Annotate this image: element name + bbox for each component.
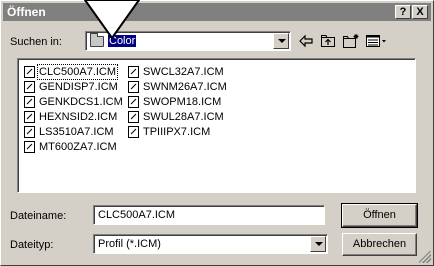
- file-icon: [24, 66, 35, 78]
- close-button[interactable]: X: [412, 5, 428, 19]
- file-icon: [24, 111, 35, 123]
- file-name: SWOPM18.ICM: [143, 96, 222, 108]
- file-icon: [128, 81, 139, 93]
- file-name: CLC500A7.ICM: [36, 64, 119, 80]
- file-list[interactable]: CLC500A7.ICM GENDISP7.ICM GENKDCS1.ICM H…: [17, 58, 416, 193]
- file-name: SWUL28A7.ICM: [143, 111, 224, 123]
- new-folder-button[interactable]: [340, 31, 362, 51]
- view-menu-icon: [366, 35, 386, 47]
- filename-field[interactable]: CLC500A7.ICM: [93, 205, 325, 225]
- new-folder-icon: [343, 34, 359, 48]
- cancel-button[interactable]: Abbrechen: [342, 233, 417, 256]
- filetype-label: Dateityp:: [10, 239, 54, 251]
- file-name: GENDISP7.ICM: [39, 81, 118, 93]
- file-name: SWNM26A7.ICM: [143, 81, 227, 93]
- help-button[interactable]: ?: [395, 5, 411, 19]
- file-name: SWCL32A7.ICM: [143, 66, 224, 78]
- file-icon: [128, 96, 139, 108]
- back-button[interactable]: [296, 31, 316, 51]
- open-button[interactable]: Öffnen: [341, 203, 418, 228]
- file-name: MT600ZA7.ICM: [39, 141, 117, 153]
- file-icon: [128, 66, 139, 78]
- file-name: GENKDCS1.ICM: [39, 96, 123, 108]
- chevron-down-icon[interactable]: [273, 33, 289, 49]
- file-icon: [24, 81, 35, 93]
- resize-grip[interactable]: [419, 251, 431, 263]
- filetype-value: Profil (*.ICM): [98, 238, 161, 250]
- title-bar[interactable]: Öffnen ? X: [3, 3, 431, 21]
- window-title: Öffnen: [7, 5, 46, 19]
- file-name: LS3510A7.ICM: [39, 126, 114, 138]
- file-icon: [128, 126, 139, 138]
- file-icon: [24, 126, 35, 138]
- file-icon: [24, 141, 35, 153]
- back-arrow-icon: [299, 34, 313, 48]
- view-menu-button[interactable]: [364, 31, 390, 51]
- up-folder-button[interactable]: [318, 31, 338, 51]
- file-name: HEXNSID2.ICM: [39, 111, 118, 123]
- file-icon: [128, 111, 139, 123]
- chevron-down-icon[interactable]: [310, 236, 326, 252]
- pointer-arrow-icon: [84, 0, 140, 40]
- filetype-dropdown[interactable]: Profil (*.ICM): [93, 234, 328, 254]
- file-icon: [24, 96, 35, 108]
- file-name: TPIIIPX7.ICM: [143, 126, 211, 138]
- open-dialog: Öffnen ? X Suchen in: Color CLC500A7.ICM…: [0, 0, 434, 266]
- filename-label: Dateiname:: [10, 210, 67, 222]
- up-folder-icon: [321, 35, 335, 47]
- lookin-label: Suchen in:: [10, 36, 62, 48]
